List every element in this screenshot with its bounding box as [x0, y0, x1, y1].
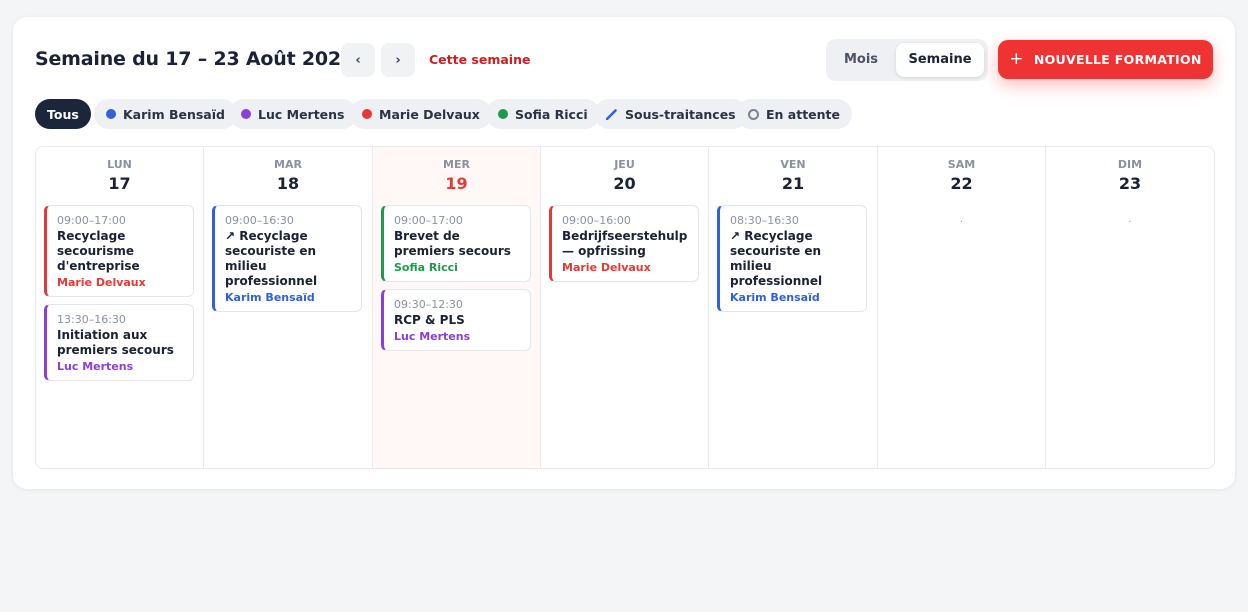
event-trainer: Sofia Ricci — [394, 261, 458, 274]
event-trainer: Marie Delvaux — [57, 276, 146, 289]
filter-luc[interactable]: Luc Mertens — [229, 99, 357, 129]
filter-label: Sous-traitances — [625, 106, 736, 122]
event-title: ↗ Recyclage secouriste en milieu profess… — [730, 229, 823, 288]
dot-icon — [106, 109, 116, 119]
day-number: 21 — [781, 174, 805, 193]
event-card[interactable]: 09:00–17:00 Recyclage secourisme d'entrep… — [44, 205, 194, 297]
event-title: Bedrijfseerstehulp — opfrissing — [562, 229, 688, 258]
view-week-button[interactable]: Semaine — [896, 43, 984, 77]
event-card[interactable]: 13:30–16:30 Initiation aux premiers secou… — [44, 304, 194, 381]
day-column[interactable]: JEU 20 09:00–16:00 Bedrijfseerstehulp — opf… — [541, 147, 709, 468]
day-number: 17 — [108, 174, 131, 193]
filter-label: Karim Bensaïd — [123, 106, 225, 122]
day-column[interactable]: LUN 17 09:00–17:00 Recyclage secourisme d'e… — [36, 147, 204, 468]
filter-label: Luc Mertens — [258, 106, 345, 122]
filter-label: Tous — [47, 106, 79, 122]
day-name: MAR — [274, 158, 302, 171]
day-name: SAM — [947, 158, 976, 171]
next-week-button[interactable]: › — [381, 43, 415, 77]
day-number: 19 — [445, 174, 468, 193]
event-card[interactable]: 09:00–17:00 Brevet de premiers secours Sof… — [381, 205, 531, 282]
day-name: LUN — [107, 158, 132, 171]
day-column[interactable]: DIM 23 · — [1046, 147, 1214, 468]
day-name: DIM — [1117, 158, 1143, 171]
event-card[interactable]: 09:00–16:00 Bedrijfseerstehulp — opfrissi… — [549, 205, 699, 282]
empty-day-marker: · — [1128, 217, 1132, 228]
filter-all[interactable]: Tous — [35, 99, 91, 129]
event-time: 09:00–16:00 — [562, 214, 631, 227]
plus-icon: + — [1009, 49, 1024, 69]
filter-sofia[interactable]: Sofia Ricci — [486, 99, 600, 129]
event-time: 09:30–12:30 — [394, 298, 463, 311]
view-month-button[interactable]: Mois — [830, 43, 892, 77]
dot-icon — [241, 109, 251, 119]
day-column[interactable]: MAR 18 09:00–16:30 ↗ Recyclage secouriste e… — [204, 147, 373, 468]
day-number: 20 — [613, 174, 636, 193]
calendar-card: Semaine du 17 – 23 Août 2026 ‹ › Cette s… — [13, 17, 1235, 489]
event-time: 09:00–17:00 — [394, 214, 463, 227]
day-number: 18 — [276, 174, 300, 193]
event-trainer: Luc Mertens — [394, 330, 471, 343]
event-title: RCP & PLS — [394, 313, 465, 327]
week-title: Semaine du 17 – 23 Août 2026 — [35, 48, 354, 70]
event-trainer: Luc Mertens — [57, 360, 134, 373]
event-title: Initiation aux premiers secours — [57, 328, 174, 357]
dot-icon — [362, 109, 372, 119]
week-grid: LUN 17 09:00–17:00 Recyclage secourisme d'e… — [35, 146, 1215, 469]
day-column[interactable]: MER 19 09:00–17:00 Brevet de premiers secou… — [373, 147, 541, 468]
event-card[interactable]: 09:30–12:30 RCP & PLS Luc Mertens — [381, 289, 531, 351]
day-column[interactable]: VEN 21 08:30–16:30 ↗ Recyclage secouriste e… — [709, 147, 878, 468]
event-time: 09:00–16:30 — [225, 214, 294, 227]
filter-subcontracting[interactable]: Sous-traitances — [594, 99, 748, 129]
filter-label: En attente — [766, 106, 841, 122]
filter-karim[interactable]: Karim Bensaïd — [94, 99, 237, 129]
dot-icon — [498, 109, 508, 119]
event-time: 08:30–16:30 — [730, 214, 799, 227]
day-name: VEN — [780, 158, 806, 171]
pencil-icon — [606, 108, 618, 120]
day-name: MER — [443, 158, 470, 171]
new-training-label: NOUVELLE FORMATION — [1033, 52, 1202, 67]
event-trainer: Karim Bensaïd — [730, 291, 820, 304]
this-week-link[interactable]: Cette semaine — [429, 52, 530, 67]
event-trainer: Karim Bensaïd — [225, 291, 315, 304]
event-card[interactable]: 08:30–16:30 ↗ Recyclage secouriste en mil… — [717, 205, 867, 312]
day-column[interactable]: SAM 22 · — [878, 147, 1046, 468]
event-title: ↗ Recyclage secouriste en milieu profess… — [225, 229, 318, 288]
event-time: 09:00–17:00 — [57, 214, 126, 227]
day-number: 22 — [950, 174, 973, 193]
empty-day-marker: · — [959, 217, 964, 228]
filter-label: Marie Delvaux — [379, 106, 480, 122]
event-title: Recyclage secourisme d'entreprise — [57, 229, 140, 273]
event-time: 13:30–16:30 — [57, 313, 126, 326]
event-trainer: Marie Delvaux — [562, 261, 651, 274]
new-training-button[interactable]: + NOUVELLE FORMATION — [998, 40, 1213, 79]
day-number: 23 — [1118, 174, 1142, 193]
ring-icon — [748, 108, 759, 120]
view-toggle: Mois Semaine — [826, 39, 988, 81]
day-name: JEU — [614, 158, 635, 171]
filter-label: Sofia Ricci — [515, 106, 588, 122]
filter-pending[interactable]: En attente — [736, 99, 853, 129]
event-card[interactable]: 09:00–16:30 ↗ Recyclage secouriste en mil… — [212, 205, 362, 312]
prev-week-button[interactable]: ‹ — [341, 43, 375, 77]
filter-marie[interactable]: Marie Delvaux — [350, 99, 492, 129]
event-title: Brevet de premiers secours — [394, 229, 511, 258]
